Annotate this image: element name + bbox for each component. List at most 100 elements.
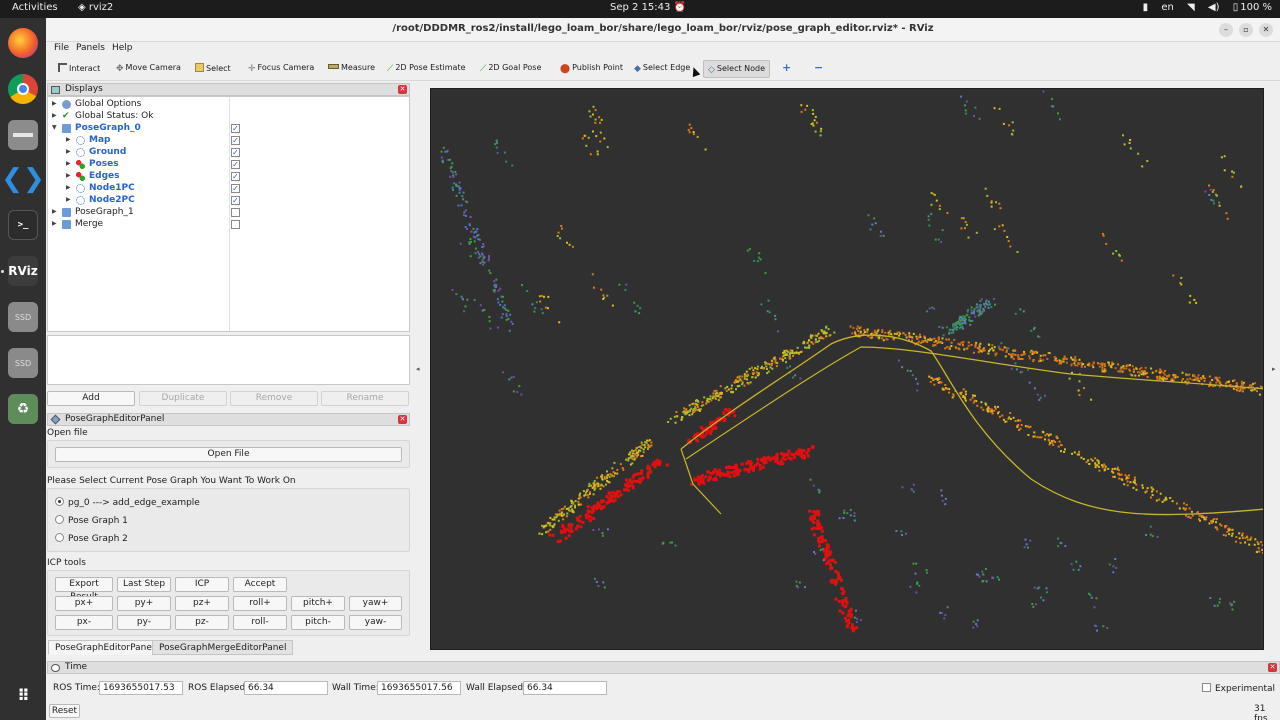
- files-icon[interactable]: [8, 120, 38, 150]
- displays-panel-header[interactable]: Displays ✕: [47, 83, 410, 96]
- tool-2d-goal-pose[interactable]: ⟋ 2D Goal Pose: [476, 60, 545, 78]
- display-row[interactable]: ▶ Merge: [48, 219, 409, 231]
- tool-focus-camera[interactable]: ✛ Focus Camera: [244, 60, 318, 78]
- close-window-button[interactable]: ✕: [1259, 23, 1273, 37]
- firefox-icon[interactable]: [8, 28, 38, 58]
- display-row[interactable]: ▶ Ground ✓: [48, 147, 409, 159]
- displays-tree[interactable]: ▶ Global Options ▶ ✔ Global Status: Ok ▼ PoseG…: [47, 96, 410, 332]
- rename-display-button[interactable]: Rename: [321, 391, 409, 406]
- display-row[interactable]: ▶ Edges ✓: [48, 171, 409, 183]
- display-row[interactable]: ▶ Node1PC ✓: [48, 183, 409, 195]
- display-enabled-checkbox[interactable]: ✓: [231, 172, 240, 181]
- duplicate-display-button[interactable]: Duplicate: [139, 391, 227, 406]
- display-enabled-checkbox[interactable]: ✓: [231, 184, 240, 193]
- trash-icon[interactable]: ♻: [8, 394, 38, 424]
- ros-elapsed-field[interactable]: 66.34: [244, 681, 328, 695]
- icp-button[interactable]: ICP: [175, 577, 229, 592]
- pz-minus-button[interactable]: pz-: [175, 615, 229, 630]
- vscode-icon[interactable]: ❮❯: [1, 164, 45, 194]
- remove-tool-button[interactable]: −: [810, 58, 827, 76]
- display-enabled-checkbox[interactable]: ✓: [231, 196, 240, 205]
- close-panel-icon[interactable]: ✕: [398, 415, 407, 424]
- expand-arrow-right-icon[interactable]: ▶: [66, 136, 71, 143]
- expand-arrow-down-icon[interactable]: ▼: [52, 124, 57, 131]
- display-row[interactable]: ▼ PoseGraph_0 ✓: [48, 123, 409, 135]
- radio-button[interactable]: [55, 533, 64, 542]
- display-row[interactable]: ▶ Poses ✓: [48, 159, 409, 171]
- activities-button[interactable]: Activities: [12, 2, 58, 13]
- tool-move-camera[interactable]: ✥ Move Camera: [112, 60, 185, 78]
- tool-interact[interactable]: Interact: [54, 60, 104, 78]
- ssd-drive-icon[interactable]: SSD: [8, 348, 38, 378]
- expand-arrow-right-icon[interactable]: ▶: [52, 112, 57, 119]
- display-enabled-checkbox[interactable]: [231, 208, 240, 217]
- checkbox[interactable]: [1202, 683, 1211, 692]
- expand-arrow-right-icon[interactable]: ▶: [66, 148, 71, 155]
- expand-arrow-right-icon[interactable]: ▶: [52, 208, 57, 215]
- expand-arrow-right-icon[interactable]: ▶: [66, 196, 71, 203]
- display-row[interactable]: ▶ Global Options: [48, 99, 409, 111]
- radio-option-pg0[interactable]: pg_0 ---> add_edge_example: [55, 497, 200, 508]
- ssd-drive-icon[interactable]: SSD: [8, 302, 38, 332]
- tool-select[interactable]: Select: [191, 60, 235, 78]
- yaw-plus-button[interactable]: yaw+: [349, 596, 402, 611]
- remove-display-button[interactable]: Remove: [230, 391, 318, 406]
- tool-select-edge[interactable]: ◆ Select Edge: [630, 60, 694, 78]
- py-minus-button[interactable]: py-: [117, 615, 171, 630]
- collapse-left-icon[interactable]: ◂: [416, 365, 420, 373]
- reset-button[interactable]: Reset: [49, 704, 80, 718]
- display-enabled-checkbox[interactable]: ✓: [231, 124, 240, 133]
- clock[interactable]: Sep 2 15:43 ⏰: [610, 2, 686, 13]
- tool-select-node[interactable]: ◇ Select Node: [703, 60, 771, 78]
- close-panel-icon[interactable]: ✕: [1268, 663, 1277, 672]
- radio-button-selected[interactable]: [55, 497, 64, 506]
- display-row[interactable]: ▶ Map ✓: [48, 135, 409, 147]
- display-enabled-checkbox[interactable]: [231, 220, 240, 229]
- tool-measure[interactable]: Measure: [324, 60, 379, 78]
- focused-app-menu[interactable]: ◈ rviz2: [78, 2, 113, 13]
- display-enabled-checkbox[interactable]: ✓: [231, 148, 240, 157]
- menu-file[interactable]: File: [54, 43, 69, 53]
- expand-arrow-right-icon[interactable]: ▶: [52, 100, 57, 107]
- language-indicator[interactable]: en: [1161, 2, 1174, 13]
- close-panel-icon[interactable]: ✕: [398, 85, 407, 94]
- px-minus-button[interactable]: px-: [55, 615, 113, 630]
- menu-panels[interactable]: Panels: [76, 43, 105, 53]
- system-tray[interactable]: ▮ en ◥ ◀) ▯ 100 %: [1133, 2, 1272, 13]
- tool-publish-point[interactable]: ⬤ Publish Point: [556, 60, 627, 78]
- tool-2d-pose-estimate[interactable]: ⟋ 2D Pose Estimate: [383, 60, 470, 78]
- wall-elapsed-field[interactable]: 66.34: [523, 681, 607, 695]
- display-enabled-checkbox[interactable]: ✓: [231, 136, 240, 145]
- expand-arrow-right-icon[interactable]: ▶: [52, 220, 57, 227]
- px-plus-button[interactable]: px+: [55, 596, 113, 611]
- radio-button[interactable]: [55, 515, 64, 524]
- roll-minus-button[interactable]: roll-: [233, 615, 287, 630]
- roll-plus-button[interactable]: roll+: [233, 596, 287, 611]
- wall-time-field[interactable]: 1693655017.56: [377, 681, 461, 695]
- ros-time-field[interactable]: 1693655017.53: [99, 681, 183, 695]
- add-tool-button[interactable]: +: [778, 58, 795, 76]
- expand-arrow-right-icon[interactable]: ▶: [66, 184, 71, 191]
- add-display-button[interactable]: Add: [47, 391, 135, 406]
- menu-help[interactable]: Help: [112, 43, 133, 53]
- time-panel-header[interactable]: Time ✕: [47, 661, 1280, 674]
- terminal-icon[interactable]: >_: [8, 210, 38, 240]
- chrome-icon[interactable]: [8, 74, 38, 104]
- maximize-button[interactable]: ▫: [1239, 23, 1253, 37]
- display-row[interactable]: ▶ Node2PC ✓: [48, 195, 409, 207]
- app-grid-icon[interactable]: ⠿: [8, 680, 38, 710]
- py-plus-button[interactable]: py+: [117, 596, 171, 611]
- tab-pose-graph-merge-editor[interactable]: PoseGraphMergeEditorPanel: [152, 640, 294, 655]
- pz-plus-button[interactable]: pz+: [175, 596, 229, 611]
- display-enabled-checkbox[interactable]: ✓: [231, 160, 240, 169]
- collapse-right-icon[interactable]: ▸: [1272, 365, 1276, 373]
- accept-button[interactable]: Accept: [233, 577, 287, 592]
- export-result-button[interactable]: Export Result: [55, 577, 113, 602]
- radio-option-pose-graph-1[interactable]: Pose Graph 1: [55, 515, 128, 526]
- last-step-button[interactable]: Last Step: [117, 577, 171, 592]
- pitch-minus-button[interactable]: pitch-: [291, 615, 345, 630]
- expand-arrow-right-icon[interactable]: ▶: [66, 172, 71, 179]
- window-titlebar[interactable]: /root/DDDMR_ros2/install/lego_loam_bor/s…: [46, 18, 1280, 42]
- pose-graph-editor-panel-header[interactable]: PoseGraphEditorPanel ✕: [47, 413, 410, 426]
- minimize-button[interactable]: –: [1219, 23, 1233, 37]
